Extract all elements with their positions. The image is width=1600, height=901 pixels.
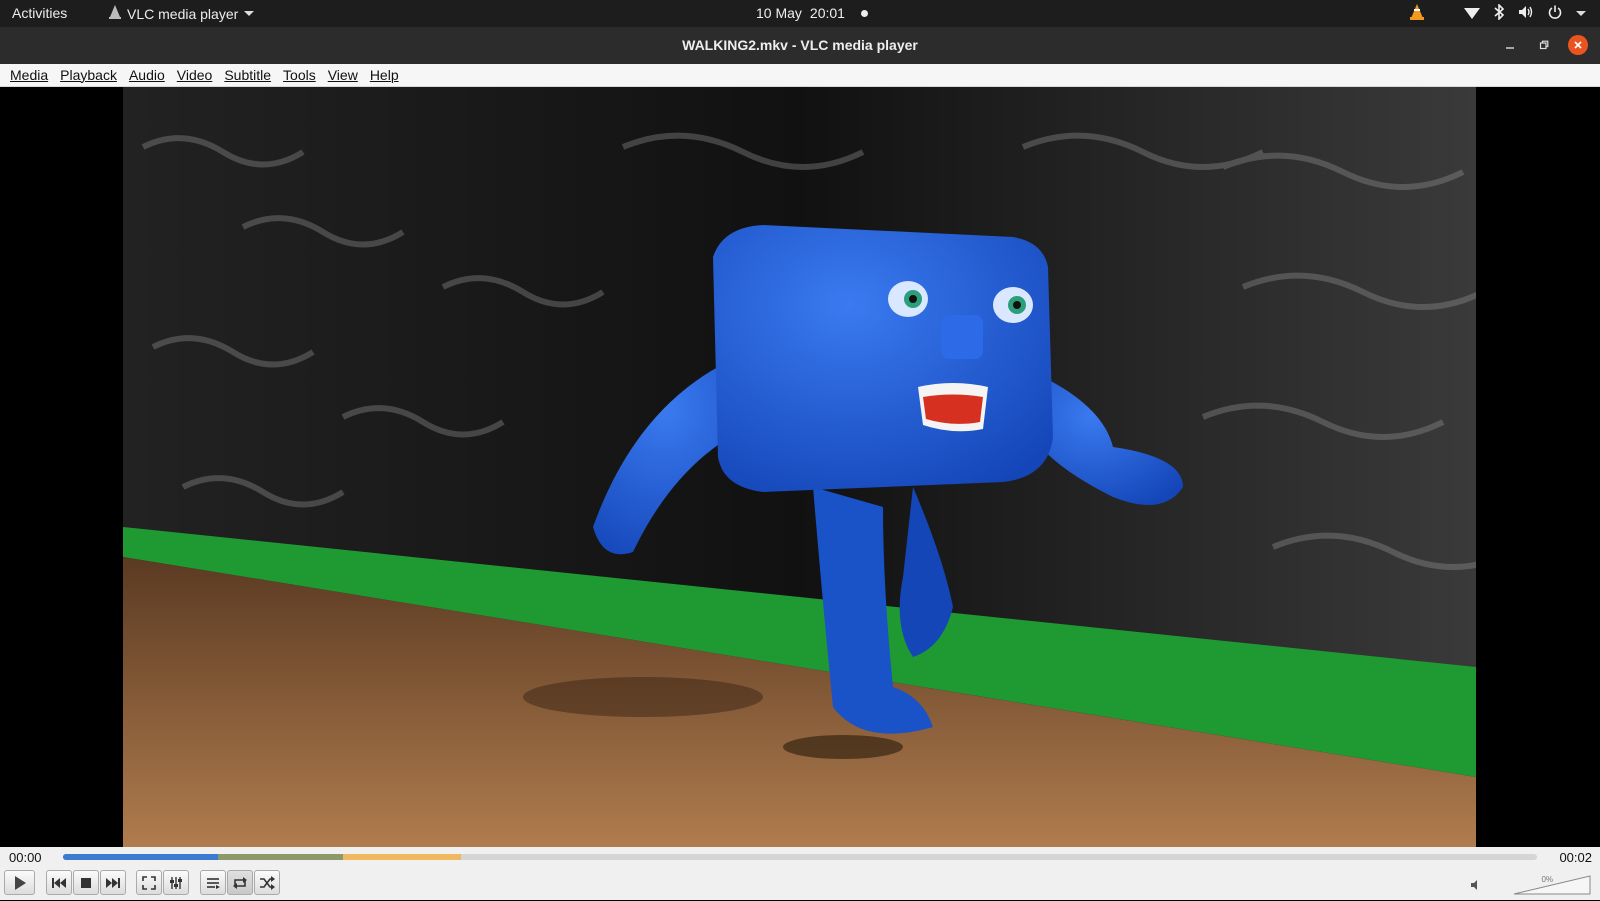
total-time: 00:02 <box>1559 850 1592 865</box>
activities-button[interactable]: Activities <box>12 5 67 21</box>
chevron-down-icon <box>244 11 255 16</box>
extended-settings-icon <box>170 876 182 889</box>
playlist-button[interactable] <box>200 870 226 895</box>
fullscreen-button[interactable] <box>136 870 162 895</box>
window-title-bar[interactable]: WALKING2.mkv - VLC media player <box>0 27 1600 64</box>
loop-icon <box>233 876 247 889</box>
fullscreen-icon <box>142 875 156 890</box>
wifi-icon[interactable] <box>1464 5 1480 22</box>
menu-tools[interactable]: Tools <box>277 67 322 83</box>
restore-button[interactable] <box>1534 35 1554 55</box>
clock-date: 10 May <box>756 5 802 21</box>
previous-button[interactable] <box>46 870 72 895</box>
restore-icon <box>1539 40 1549 50</box>
system-top-bar: Activities VLC media player 10 May 20:01 <box>0 0 1600 27</box>
close-icon <box>1574 41 1582 49</box>
shuffle-button[interactable] <box>254 870 280 895</box>
menu-help[interactable]: Help <box>364 67 405 83</box>
close-button[interactable] <box>1568 35 1588 55</box>
seek-slider[interactable] <box>63 854 1537 860</box>
mute-icon[interactable] <box>1470 878 1482 896</box>
menu-playback[interactable]: Playback <box>54 67 123 83</box>
next-icon <box>106 877 120 888</box>
video-area[interactable] <box>0 87 1600 847</box>
video-frame <box>123 87 1476 847</box>
menu-audio[interactable]: Audio <box>123 67 171 83</box>
clock-time: 20:01 <box>809 5 845 21</box>
window-title: WALKING2.mkv - VLC media player <box>682 37 918 53</box>
system-menu-chevron-icon[interactable] <box>1576 11 1586 16</box>
playlist-icon <box>207 877 220 889</box>
minimize-button[interactable] <box>1500 35 1520 55</box>
playback-controls: 0% <box>0 866 1600 900</box>
power-icon[interactable] <box>1548 5 1562 22</box>
menu-view[interactable]: View <box>322 67 364 83</box>
menu-subtitle[interactable]: Subtitle <box>218 67 277 83</box>
app-menu[interactable]: VLC media player <box>109 5 255 22</box>
shuffle-icon <box>260 875 275 890</box>
stop-button[interactable] <box>73 870 99 895</box>
seek-played-fill <box>63 854 218 860</box>
volume-level: 0% <box>1541 875 1553 884</box>
clock[interactable]: 10 May 20:01 <box>756 5 868 21</box>
vlc-tray-icon[interactable] <box>1410 4 1424 23</box>
next-button[interactable] <box>100 870 126 895</box>
stop-icon <box>81 877 91 888</box>
speaker-icon[interactable] <box>1518 5 1534 22</box>
extended-settings-button[interactable] <box>163 870 189 895</box>
elapsed-time: 00:00 <box>9 850 42 865</box>
vlc-cone-icon <box>109 5 121 22</box>
seek-row: 00:00 00:02 <box>0 847 1600 866</box>
play-button[interactable] <box>4 870 35 895</box>
app-menu-label: VLC media player <box>127 5 239 22</box>
menu-media[interactable]: Media <box>4 67 54 83</box>
notification-dot-icon <box>860 9 868 17</box>
previous-icon <box>52 877 66 888</box>
menu-video[interactable]: Video <box>171 67 219 83</box>
loop-button[interactable] <box>227 870 253 895</box>
menu-bar: Media Playback Audio Video Subtitle Tool… <box>0 64 1600 87</box>
system-tray[interactable] <box>1410 3 1586 23</box>
bluetooth-icon[interactable] <box>1494 3 1505 23</box>
play-icon <box>14 875 26 890</box>
minimize-icon <box>1506 47 1514 49</box>
video-frame-image <box>123 87 1476 847</box>
